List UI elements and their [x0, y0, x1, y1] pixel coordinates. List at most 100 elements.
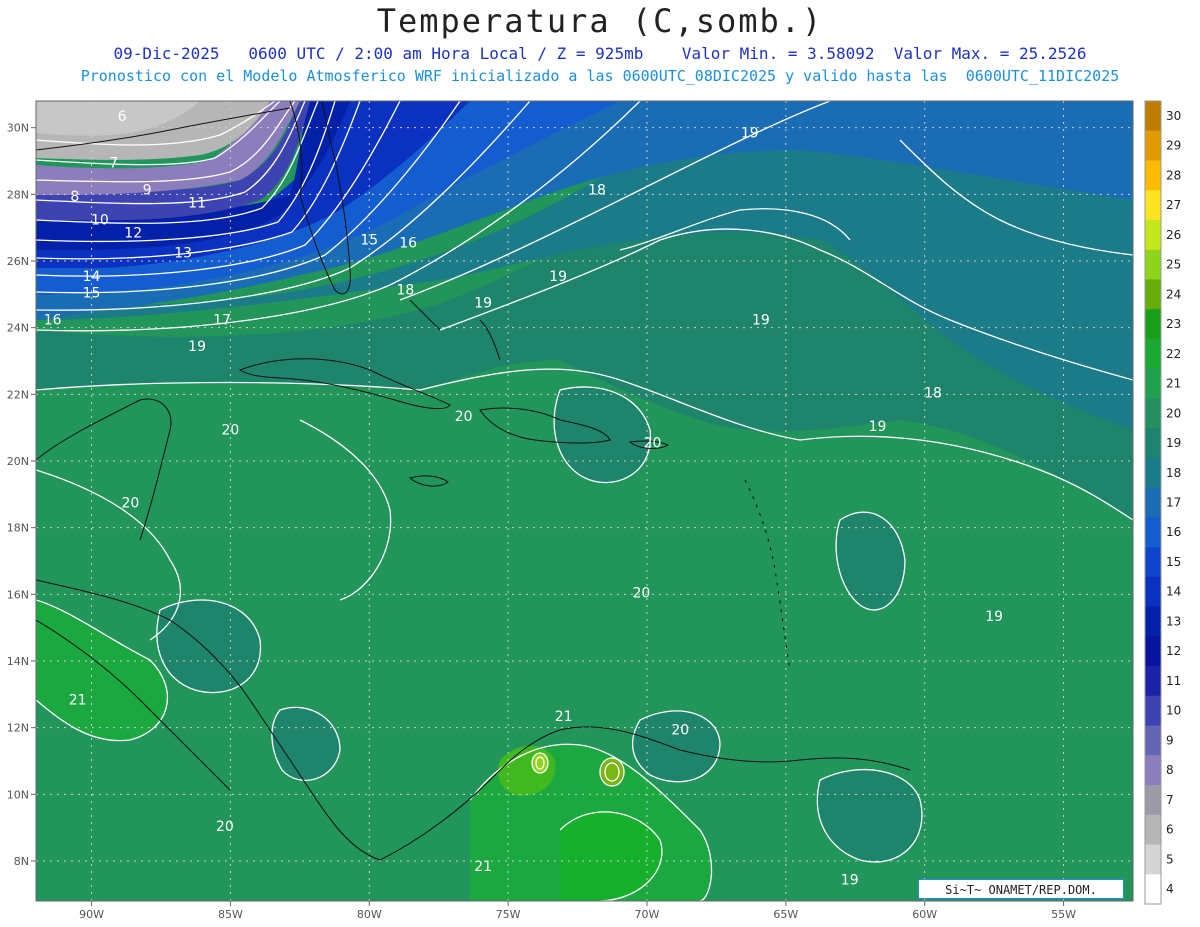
colorbar-label: 4	[1166, 882, 1174, 896]
contour-label: 19	[841, 872, 859, 888]
lat-tick-label: 16N	[7, 588, 29, 601]
colorbar-label: 17	[1166, 496, 1181, 510]
lat-tick-label: 12N	[7, 722, 29, 735]
colorbar-label: 10	[1166, 704, 1181, 718]
colorbar-swatch	[1145, 190, 1161, 221]
latitude-ticks: 8N 10N 12N 14N 16N 18N 20N 22N 24N 26N 28N 30N	[7, 122, 36, 868]
colorbar-swatch	[1145, 160, 1161, 191]
colorbar-swatch	[1145, 517, 1161, 548]
colorbar-swatch	[1145, 755, 1161, 786]
contour-label: 20	[633, 586, 651, 602]
colorbar-label: 11	[1166, 674, 1181, 688]
colorbar-swatch	[1145, 487, 1161, 518]
lat-tick-label: 18N	[7, 522, 29, 535]
colorbar-label: 28	[1166, 168, 1181, 182]
colorbar-swatch	[1145, 874, 1161, 905]
lat-tick-label: 10N	[7, 788, 29, 801]
longitude-ticks: 90W 85W 80W 75W 70W 65W 60W 55W	[79, 901, 1076, 921]
lat-tick-label: 14N	[7, 655, 29, 668]
colorbar-swatch	[1145, 576, 1161, 608]
contour-label: 18	[396, 282, 414, 298]
colorbar-swatch	[1145, 219, 1161, 251]
contour-label: 7	[109, 156, 118, 172]
contour-label: 19	[188, 339, 206, 355]
colorbar-swatch	[1145, 457, 1161, 489]
colorbar-label: 25	[1166, 258, 1181, 272]
colorbar-label: 26	[1166, 228, 1181, 242]
lat-tick-label: 8N	[14, 855, 29, 868]
contour-label: 19	[985, 609, 1003, 625]
lon-tick-label: 60W	[912, 908, 937, 921]
colorbar-label: 6	[1166, 823, 1174, 837]
contour-label: 20	[644, 436, 662, 452]
contour-label: 6	[118, 109, 127, 125]
colorbar: 30 29 28 27 26 25 24 23 22 21 20 19 18 17 16 15 14 13 12 11…	[1144, 100, 1181, 905]
colorbar-swatch	[1145, 428, 1161, 459]
contour-label: 17	[213, 312, 231, 328]
lon-tick-label: 55W	[1051, 908, 1076, 921]
lon-tick-label: 70W	[635, 908, 660, 921]
colorbar-swatch	[1145, 130, 1161, 161]
lon-tick-label: 85W	[218, 908, 243, 921]
contour-label: 9	[143, 182, 152, 198]
lon-tick-label: 65W	[773, 908, 798, 921]
contour-label: 20	[221, 422, 239, 438]
colorbar-swatch	[1145, 101, 1161, 132]
lat-tick-label: 28N	[7, 188, 29, 201]
lat-tick-label: 26N	[7, 255, 29, 268]
colorbar-label: 19	[1166, 436, 1181, 450]
contour-label: 11	[188, 196, 206, 212]
colorbar-label: 30	[1166, 109, 1181, 123]
colorbar-swatch	[1145, 606, 1161, 637]
colorbar-label: 20	[1166, 406, 1181, 420]
contour-label: 20	[122, 496, 140, 512]
contour-label: 15	[360, 232, 378, 248]
colorbar-label: 18	[1166, 466, 1181, 480]
colorbar-label: 22	[1166, 347, 1181, 361]
contour-label: 21	[69, 692, 87, 708]
contour-label: 8	[70, 189, 79, 205]
colorbar-label: 5	[1166, 852, 1174, 866]
colorbar-label: 7	[1166, 793, 1174, 807]
colorbar-label: 27	[1166, 198, 1181, 212]
colorbar-label: 12	[1166, 644, 1181, 658]
contour-label: 14	[83, 269, 101, 285]
colorbar-swatch	[1145, 814, 1161, 846]
contour-label: 10	[91, 212, 109, 228]
lon-tick-label: 75W	[496, 908, 521, 921]
colorbar-swatch	[1145, 695, 1161, 727]
colorbar-label: 24	[1166, 287, 1181, 301]
contour-label: 19	[741, 126, 759, 142]
colorbar-label: 16	[1166, 525, 1181, 539]
lat-tick-label: 24N	[7, 322, 29, 335]
colorbar-label: 9	[1166, 733, 1174, 747]
lat-tick-label: 20N	[7, 455, 29, 468]
colorbar-swatch	[1145, 547, 1161, 578]
contour-label: 19	[869, 419, 887, 435]
contour-label: 20	[216, 819, 234, 835]
colorbar-swatch	[1145, 636, 1161, 667]
contour-label: 20	[455, 409, 473, 425]
colorbar-label: 8	[1166, 763, 1174, 777]
contour-label: 18	[924, 386, 942, 402]
contour-label: 15	[83, 286, 101, 302]
colorbar-swatch	[1145, 398, 1161, 429]
colorbar-label: 21	[1166, 377, 1181, 391]
lon-tick-label: 90W	[79, 908, 104, 921]
contour-label: 20	[671, 722, 689, 738]
colorbar-swatch	[1145, 725, 1161, 756]
colorbar-swatch	[1145, 666, 1161, 697]
contour-label: 18	[588, 182, 606, 198]
colorbar-swatch	[1145, 249, 1161, 280]
lon-tick-label: 80W	[357, 908, 382, 921]
contour-label: 12	[124, 226, 142, 242]
contour-label: 13	[174, 246, 192, 262]
colorbar-swatch	[1145, 338, 1161, 370]
colorbar-swatch	[1145, 785, 1161, 816]
lat-tick-label: 22N	[7, 388, 29, 401]
temperature-map: 678 9101112131415151616171818181919191919…	[7, 100, 1181, 921]
colorbar-label: 23	[1166, 317, 1181, 331]
colorbar-swatch	[1145, 368, 1161, 399]
contour-label: 21	[555, 709, 573, 725]
contour-label: 16	[44, 312, 62, 328]
